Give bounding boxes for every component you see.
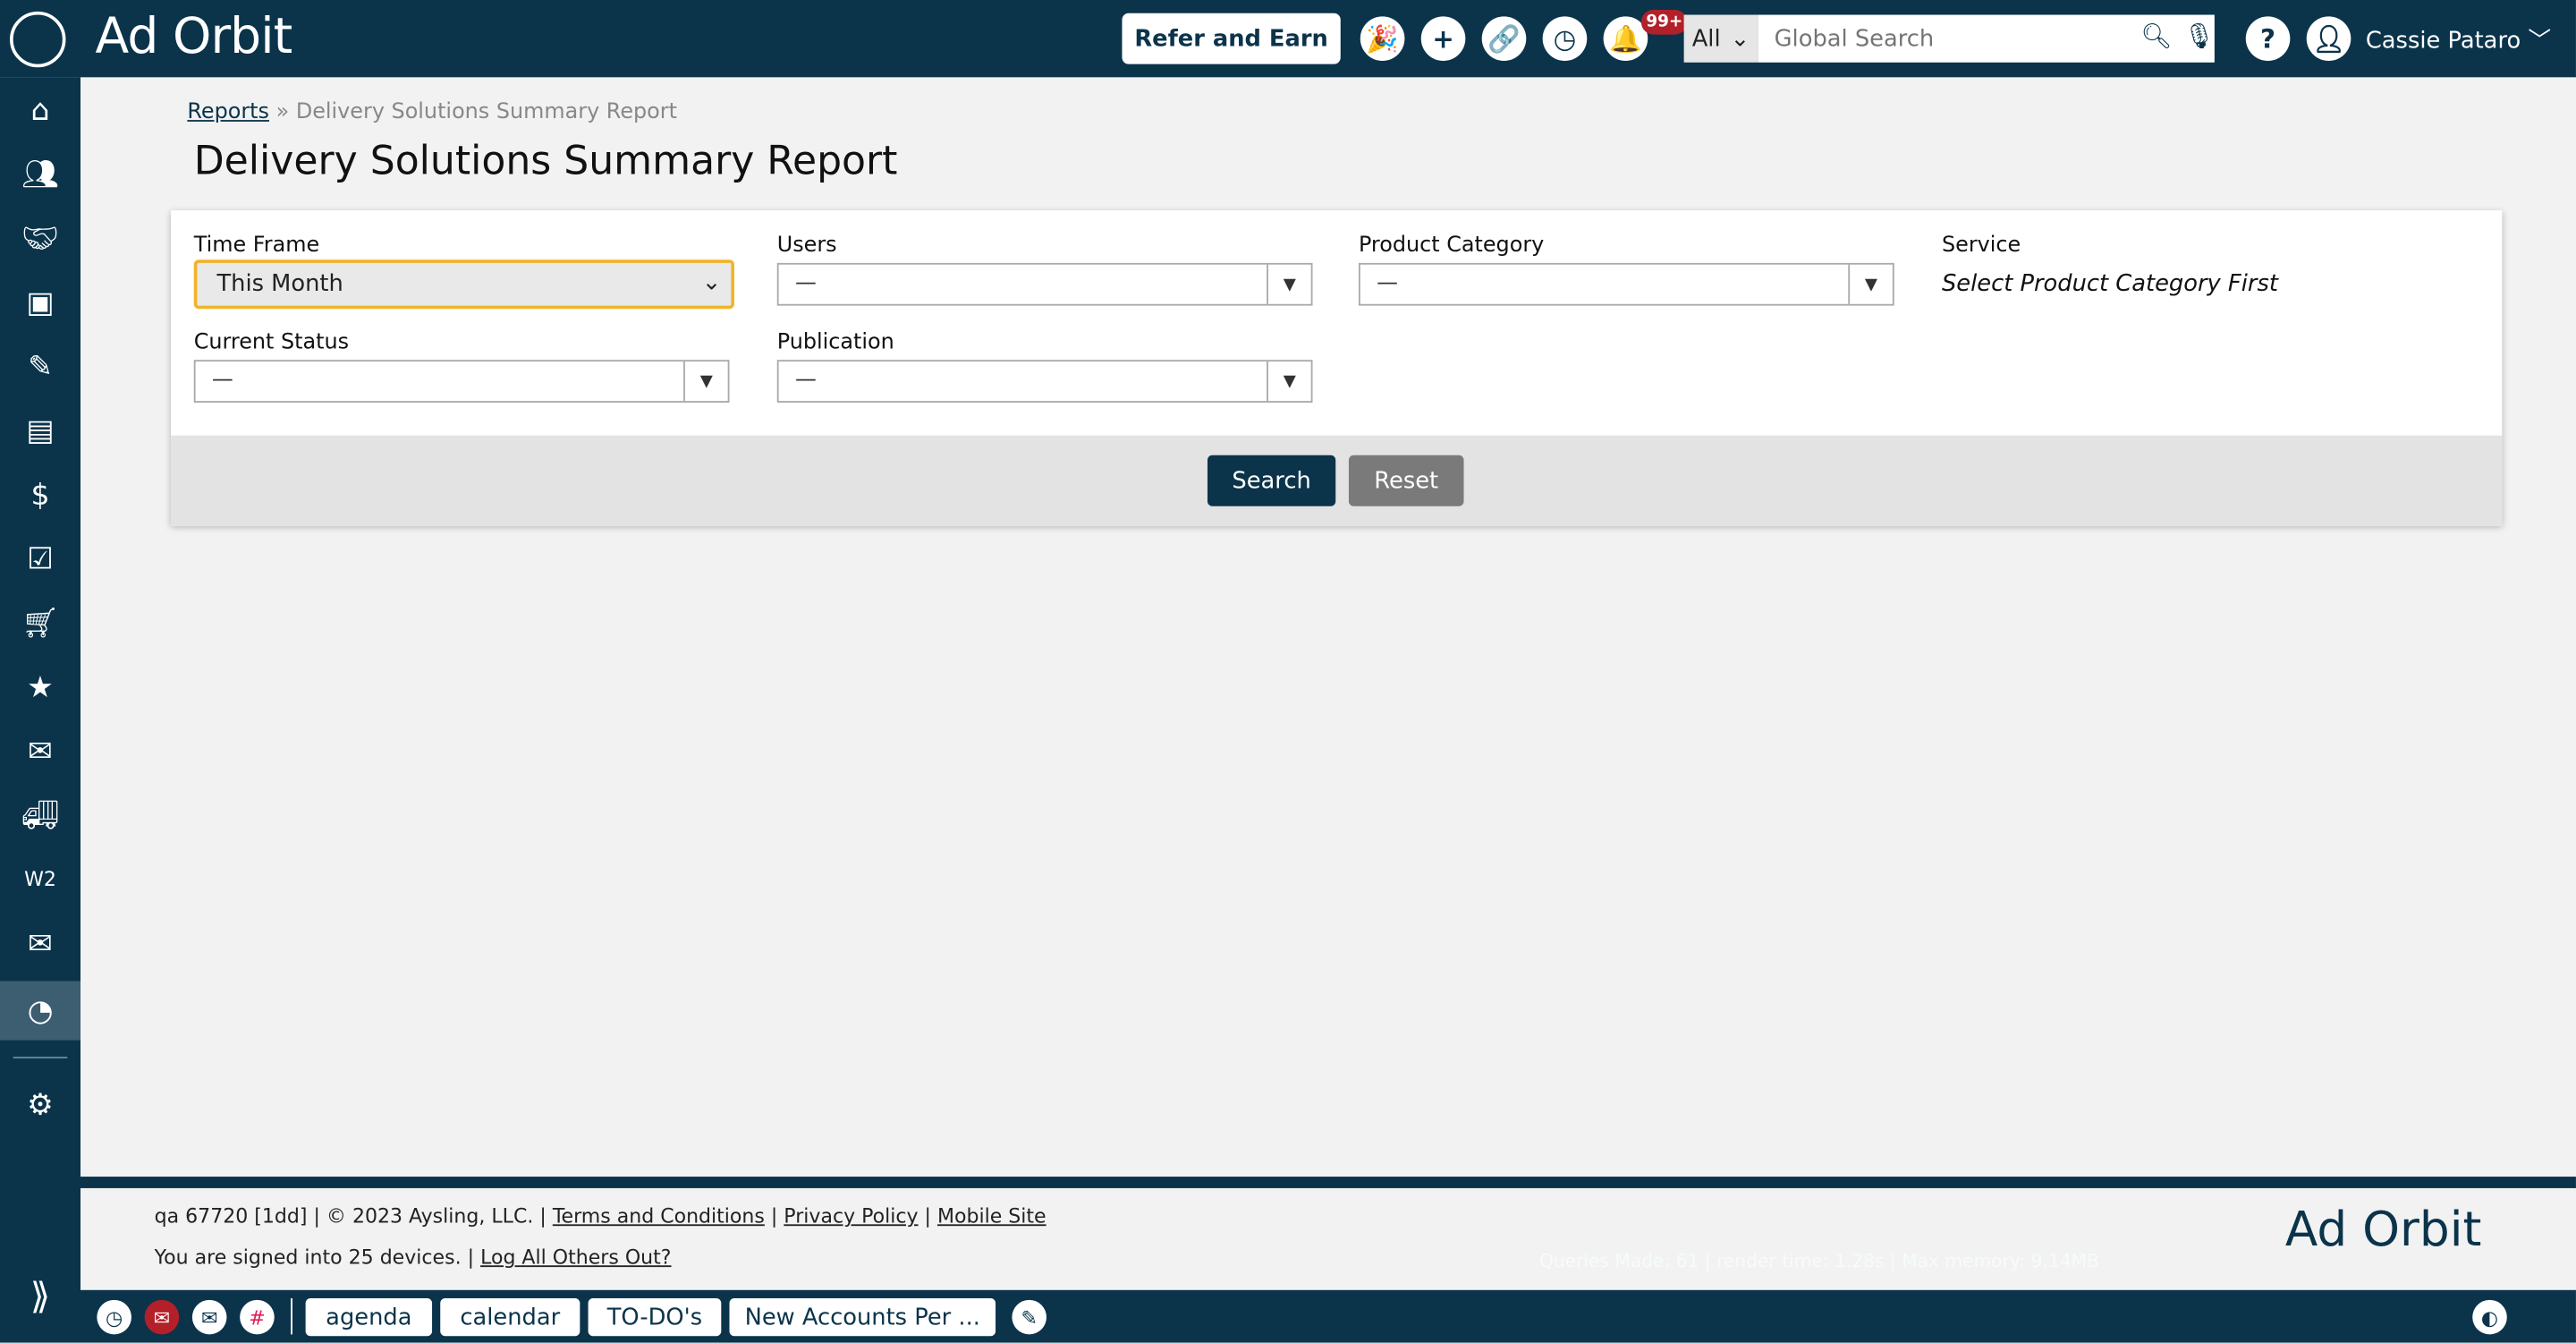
breadcrumb-separator: » [275, 100, 290, 125]
plus-icon[interactable]: + [1420, 16, 1466, 61]
breadcrumb-current: Delivery Solutions Summary Report [295, 100, 677, 125]
chevron-down-icon: ﹀ [2528, 28, 2552, 55]
sidebar-divider [13, 1056, 68, 1058]
user-name: Cassie Pataro [2365, 28, 2521, 55]
sidebar-email-icon[interactable]: ✉ [0, 914, 80, 973]
sidebar-billing-icon[interactable]: $ [0, 465, 80, 524]
users-value: — [794, 271, 817, 296]
devices-text: You are signed into 25 devices. | [154, 1245, 475, 1269]
users-select[interactable]: — ▼ [776, 262, 1313, 306]
sidebar-w2-icon[interactable]: W2 [0, 850, 80, 909]
sidebar-media-icon[interactable]: ▣ [0, 273, 80, 332]
microphone-icon[interactable]: 🎙︎ [2183, 21, 2215, 51]
help-icon[interactable]: ? [2245, 16, 2291, 61]
chevron-down-icon: ⌄ [701, 269, 722, 296]
user-menu[interactable]: Cassie Pataro ﹀ [2366, 23, 2551, 56]
dropdown-arrow-icon: ▼ [683, 361, 728, 402]
publication-select[interactable]: — ▼ [776, 360, 1313, 403]
devices-info: You are signed into 25 devices. | Log Al… [155, 1245, 672, 1269]
sidebar-invoices-icon[interactable]: ▤ [0, 401, 80, 460]
mail-icon[interactable]: ✉ [144, 1299, 180, 1335]
current-status-value: — [211, 368, 233, 393]
footer: qa 67720 [1dd] | © 2023 Aysling, LLC. | … [80, 1177, 2576, 1290]
publication-label: Publication [776, 330, 894, 355]
dropdown-arrow-icon: ▼ [1848, 264, 1893, 304]
dock-tab-new-accounts[interactable]: New Accounts Per ... [729, 1297, 996, 1337]
search-scope-select[interactable]: All ⌄ [1683, 14, 1758, 63]
sidebar-delivery-icon[interactable]: 🚚︎ [0, 786, 80, 845]
sidebar-calendar-icon[interactable]: ★ [0, 658, 80, 717]
refer-and-earn-button[interactable]: Refer and Earn [1122, 13, 1341, 64]
log-out-others-link[interactable]: Log All Others Out? [480, 1245, 671, 1269]
clock-icon[interactable]: ◷ [97, 1299, 131, 1335]
sidebar-contacts-icon[interactable]: 👥︎ [0, 145, 80, 204]
privacy-link[interactable]: Privacy Policy [784, 1204, 918, 1228]
search-icon[interactable]: 🔍︎ [2140, 21, 2172, 51]
edit-pencil-icon[interactable]: ✎ [1012, 1299, 1046, 1335]
debug-info: Queries Made: 61 | render time: 1.28s | … [1538, 1250, 2099, 1272]
dock-tab-calendar[interactable]: calendar [440, 1297, 580, 1337]
breadcrumb: Reports » Delivery Solutions Summary Rep… [187, 100, 677, 125]
footer-logo: Ad Orbit [2284, 1201, 2482, 1258]
terms-link[interactable]: Terms and Conditions [553, 1204, 765, 1228]
sidebar-mailbox-icon[interactable]: ✉ [0, 721, 80, 780]
filter-panel: Time Frame This Month ⌄ Users — ▼ Product … [171, 210, 2503, 526]
history-icon[interactable]: ◷ [1542, 16, 1588, 61]
sidebar-settings-icon[interactable]: ⚙ [0, 1075, 80, 1134]
time-frame-select[interactable]: This Month ⌄ [193, 259, 735, 310]
dock-tab-agenda[interactable]: agenda [305, 1297, 433, 1337]
top-bar: Ad Orbit Refer and Earn 🎉 + 🔗 ◷ 🔔 99+ Al… [0, 0, 2576, 78]
publication-value: — [794, 368, 817, 393]
slack-icon[interactable]: # [240, 1299, 275, 1335]
sidebar: ⌂ 👥︎ 🤝︎ ▣ ✎ ▤ $ ☑ 🛒︎ ★ ✉ 🚚︎ W2 ✉ ◔ ⚙ ⟫ [0, 77, 80, 1343]
search-scope-value: All [1691, 25, 1721, 52]
dock-divider [291, 1297, 292, 1335]
footer-links: qa 67720 [1dd] | © 2023 Aysling, LLC. | … [154, 1204, 1046, 1228]
sidebar-tasks-icon[interactable]: ☑ [0, 529, 80, 588]
search-button[interactable]: Search [1207, 455, 1336, 506]
version-text: qa 67720 [1dd] | © 2023 Aysling, LLC. | [154, 1204, 547, 1228]
dropdown-arrow-icon: ▼ [1267, 264, 1311, 304]
current-status-label: Current Status [193, 330, 350, 355]
product-category-select[interactable]: — ▼ [1358, 262, 1894, 306]
mobile-site-link[interactable]: Mobile Site [937, 1204, 1046, 1228]
party-icon[interactable]: 🎉 [1360, 16, 1405, 61]
sidebar-orders-icon[interactable]: 🛒︎ [0, 593, 80, 652]
service-label: Service [1941, 233, 2021, 259]
sidebar-home-icon[interactable]: ⌂ [0, 81, 80, 140]
logo[interactable]: Ad Orbit [96, 8, 293, 65]
filter-actions [171, 435, 2503, 526]
product-category-label: Product Category [1358, 233, 1545, 259]
orbit-menu-icon[interactable] [10, 11, 66, 68]
page-title: Delivery Solutions Summary Report [193, 138, 898, 184]
notification-badge: 99+ [1640, 10, 1688, 35]
sidebar-tickets-icon[interactable]: ✎ [0, 337, 80, 396]
time-frame-value: This Month [216, 271, 343, 298]
time-frame-label: Time Frame [193, 233, 320, 259]
app: Ad Orbit Refer and Earn 🎉 + 🔗 ◷ 🔔 99+ Al… [0, 0, 2576, 1343]
dock-bar: ◷ ✉ ✉ # agenda calendar TO-DO's New Acco… [80, 1289, 2576, 1343]
dropdown-arrow-icon: ▼ [1267, 361, 1311, 402]
toggle-icon[interactable]: ◐ [2472, 1299, 2507, 1335]
chevron-down-icon: ⌄ [1730, 25, 1750, 52]
expand-sidebar-icon[interactable]: ⟫ [0, 1267, 80, 1326]
user-avatar-icon[interactable]: 👤︎ [2306, 16, 2351, 61]
service-hint: Select Product Category First [1941, 271, 2278, 298]
users-label: Users [776, 233, 837, 259]
reset-button[interactable]: Reset [1348, 455, 1464, 506]
message-icon[interactable]: ✉ [191, 1299, 227, 1335]
breadcrumb-reports-link[interactable]: Reports [187, 100, 269, 125]
link-icon[interactable]: 🔗 [1481, 16, 1527, 61]
dock-tab-todos[interactable]: TO-DO's [588, 1297, 722, 1337]
sidebar-deals-icon[interactable]: 🤝︎ [0, 208, 80, 268]
current-status-select[interactable]: — ▼ [193, 360, 730, 403]
sidebar-reports-icon[interactable]: ◔ [0, 981, 80, 1041]
product-category-value: — [1377, 271, 1399, 296]
